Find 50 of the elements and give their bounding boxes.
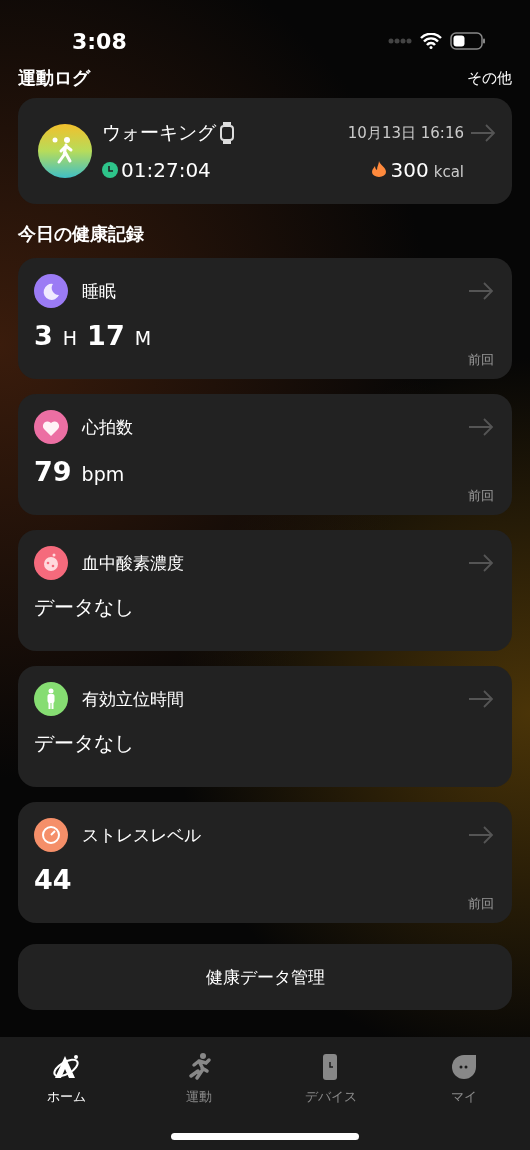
arrow-icon[interactable]	[468, 554, 494, 572]
card-title: ストレスレベル	[82, 823, 202, 847]
health-card[interactable]: ストレスレベル 44 前回	[18, 802, 512, 923]
arrow-icon[interactable]	[470, 124, 496, 142]
card-title: 睡眠	[82, 279, 117, 303]
reading-unit: H	[62, 327, 78, 349]
no-data-text: データなし	[34, 730, 135, 757]
battery-icon	[450, 32, 486, 50]
workout-datetime: 10月13日 16:16	[347, 123, 464, 143]
workout-card[interactable]: ウォーキング 10月13日 16:16 01:27:04 300 kcal	[18, 98, 512, 204]
signal-icon	[388, 38, 412, 44]
arrow-icon[interactable]	[468, 418, 494, 436]
status-time: 3:08	[72, 28, 127, 54]
section-title: 今日の健康記録	[18, 222, 145, 246]
arrow-icon[interactable]	[468, 826, 494, 844]
health-card[interactable]: 有効立位時間 データなし	[18, 666, 512, 787]
health-card[interactable]: 心拍数 79 bpm 前回	[18, 394, 512, 515]
reading-value: 17	[87, 320, 125, 351]
reading-unit: bpm	[81, 463, 125, 485]
calories-value: 300	[390, 158, 429, 182]
health-card[interactable]: 睡眠 3 H 17 M 前回	[18, 258, 512, 379]
tab[interactable]: デバイス	[281, 1051, 382, 1107]
manage-button[interactable]: 健康データ管理	[18, 944, 512, 1010]
workout-duration: 01:27:04	[121, 158, 211, 182]
card-title: 有効立位時間	[82, 687, 185, 711]
flame-icon	[371, 161, 386, 177]
reading-value: 79	[34, 456, 72, 487]
wifi-icon	[420, 33, 442, 49]
no-data-text: データなし	[34, 594, 135, 621]
tab[interactable]: ホーム	[16, 1051, 117, 1107]
workout-name: ウォーキング	[102, 120, 216, 145]
reading-value: 44	[34, 864, 72, 895]
card-title: 心拍数	[82, 415, 134, 439]
previous-label: 前回	[468, 895, 494, 913]
clock-icon	[102, 162, 118, 178]
reading-value: 3	[34, 320, 53, 351]
arrow-icon[interactable]	[468, 690, 494, 708]
walking-icon	[38, 124, 92, 178]
calories-unit: kcal	[433, 163, 464, 181]
previous-label: 前回	[468, 487, 494, 505]
previous-label: 前回	[468, 351, 494, 369]
watch-icon	[220, 122, 234, 144]
tab[interactable]: 運動	[148, 1051, 249, 1107]
section-title: 運動ログ	[18, 66, 90, 90]
arrow-icon[interactable]	[468, 282, 494, 300]
card-title: 血中酸素濃度	[82, 551, 185, 575]
health-card[interactable]: 血中酸素濃度 データなし	[18, 530, 512, 651]
reading-unit: M	[134, 327, 152, 349]
tab[interactable]: マイ	[413, 1051, 514, 1107]
more-link[interactable]: その他	[467, 68, 512, 88]
